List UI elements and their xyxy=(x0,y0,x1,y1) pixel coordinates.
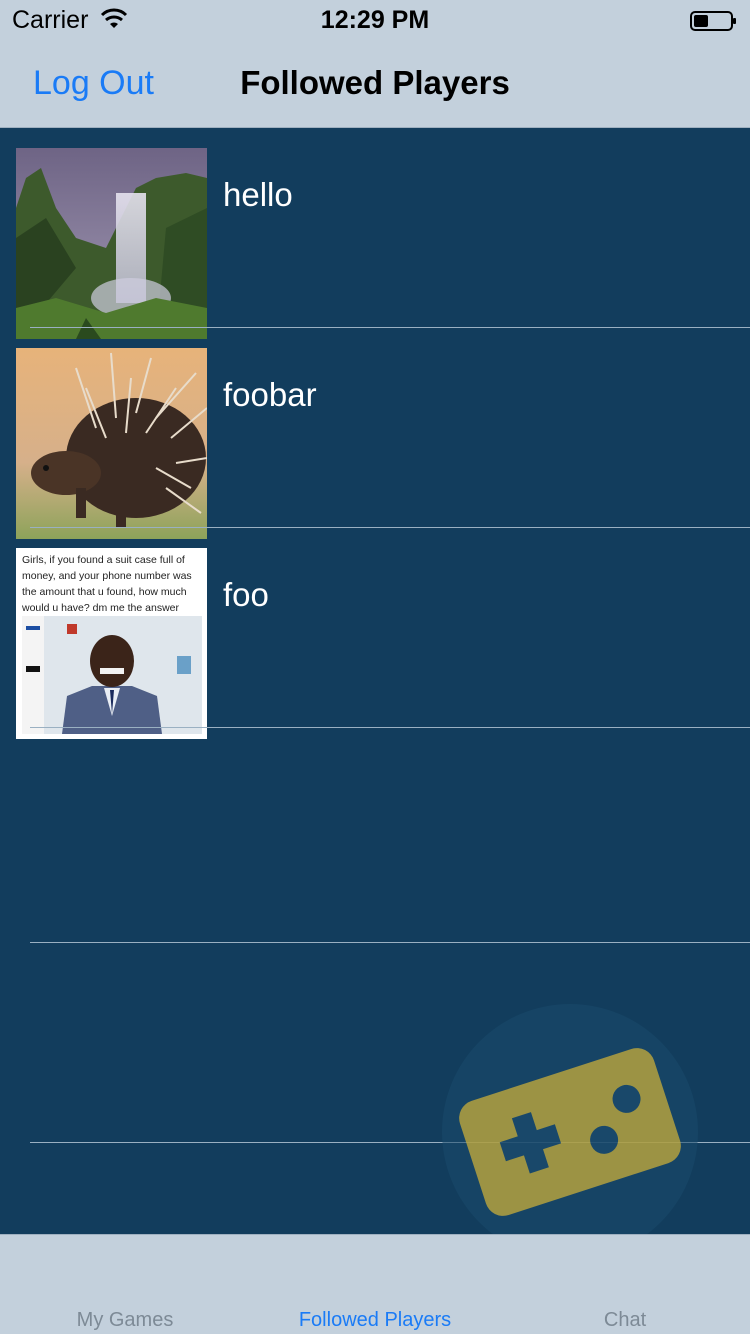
player-name: hello xyxy=(223,176,293,213)
waterfall-photo xyxy=(16,148,207,339)
list-item[interactable]: foobar xyxy=(0,328,750,539)
tab-label: My Games xyxy=(76,1309,174,1331)
player-avatar xyxy=(16,348,207,539)
meme-photo xyxy=(22,616,202,734)
battery-icon xyxy=(690,11,736,31)
player-name: foobar xyxy=(223,376,317,413)
porcupine-photo xyxy=(16,348,207,539)
row-separator xyxy=(30,942,750,943)
tab-chat[interactable]: Chat xyxy=(500,1235,750,1334)
tab-followed-players[interactable]: Followed Players xyxy=(250,1235,500,1334)
navigation-bar: Log Out Followed Players xyxy=(0,40,750,128)
row-separator xyxy=(30,1142,750,1143)
list-item[interactable]: hello xyxy=(0,128,750,339)
tab-label: Chat xyxy=(603,1309,647,1331)
tab-my-games[interactable]: My Games xyxy=(0,1235,250,1334)
row-separator xyxy=(30,727,750,728)
list-item[interactable]: Girls, if you found a suit case full of … xyxy=(0,528,750,739)
player-name: foo xyxy=(223,576,269,613)
status-bar: Carrier 12:29 PM xyxy=(0,0,750,40)
tab-bar: My Games Followed Players Chat xyxy=(0,1234,750,1334)
followed-players-list: hello foobar Girls, if you found a suit … xyxy=(0,128,750,1234)
meme-caption: Girls, if you found a suit case full of … xyxy=(22,554,192,614)
page-title: Followed Players xyxy=(240,64,510,101)
player-avatar: Girls, if you found a suit case full of … xyxy=(16,548,207,739)
meme-image: Girls, if you found a suit case full of … xyxy=(16,548,207,739)
clock: 12:29 PM xyxy=(320,6,430,34)
player-avatar xyxy=(16,148,207,339)
tab-label: Followed Players xyxy=(298,1309,452,1331)
